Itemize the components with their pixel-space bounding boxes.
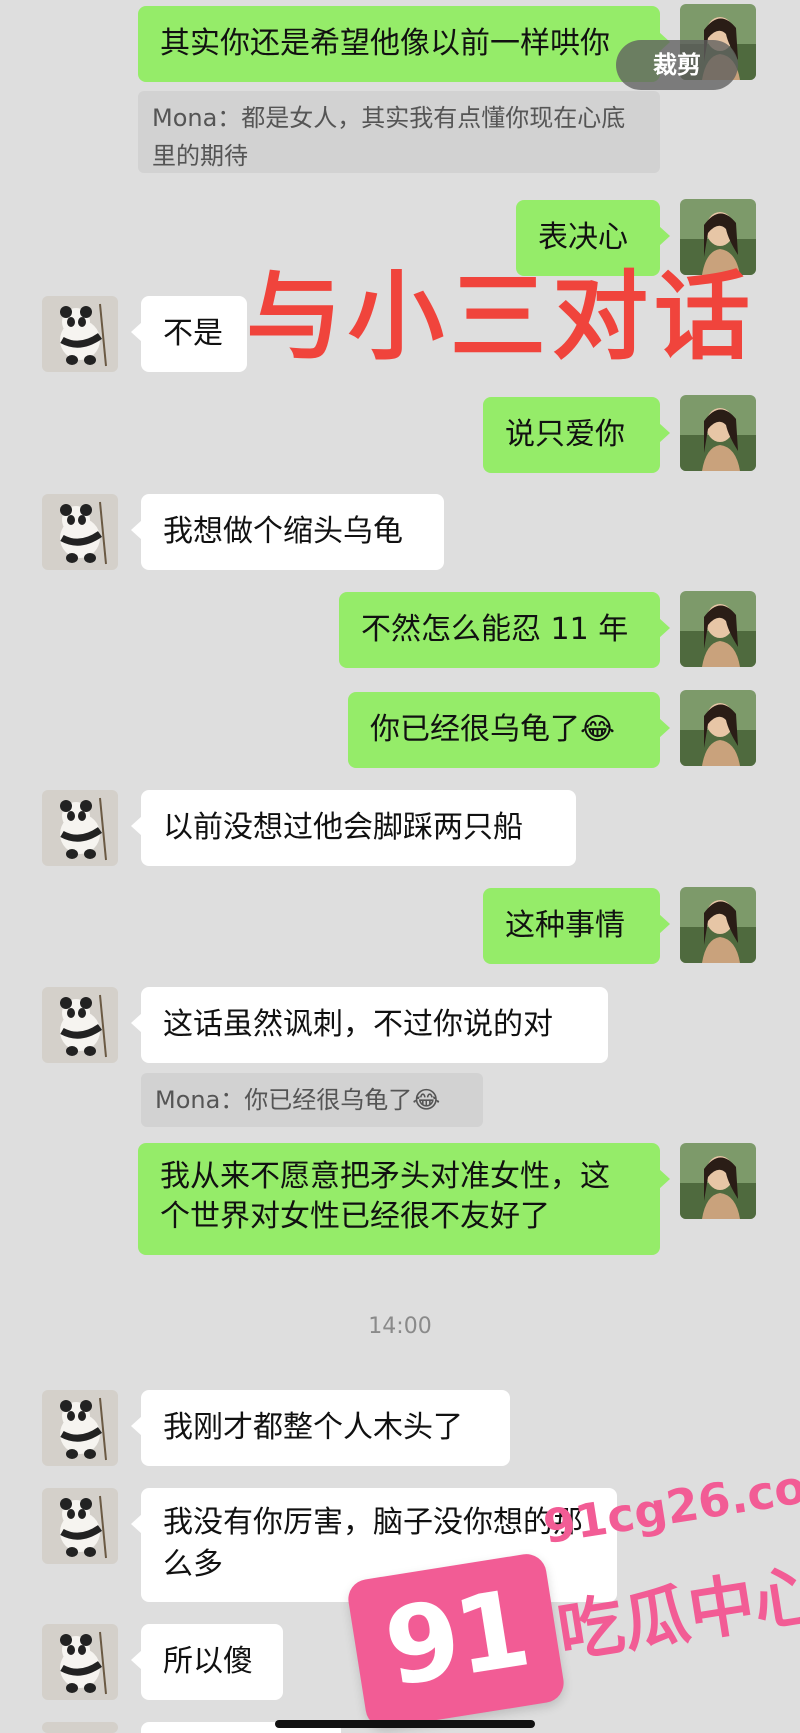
quoted-reply[interactable]: Mona：你已经很乌龟了😂 (141, 1073, 483, 1127)
woman-portrait-avatar-icon[interactable] (680, 887, 756, 963)
message-bubble-received[interactable]: 以前没想过他会脚踩两只船 (131, 790, 576, 866)
woman-portrait-avatar-icon[interactable] (680, 690, 756, 766)
panda-avatar-icon[interactable] (42, 1722, 118, 1733)
woman-portrait-avatar-icon[interactable] (680, 1143, 756, 1219)
quoted-reply[interactable]: Mona：都是女人，其实我有点懂你现在心底里的期待 (138, 91, 660, 173)
message-bubble-sent[interactable]: 不然怎么能忍 11 年 (339, 592, 670, 668)
watermark-badge-number: 91 (377, 1566, 535, 1711)
crop-button[interactable]: 裁剪 (616, 40, 738, 90)
chat-area: 其实你还是希望他像以前一样哄你 Mona：都是女人，其实我有点懂你现在心底里的期… (0, 0, 800, 1733)
message-bubble-sent[interactable]: 这种事情 (483, 888, 670, 964)
panda-avatar-icon[interactable] (42, 1624, 118, 1700)
message-bubble-received[interactable]: 我刚才都整个人木头了 (131, 1390, 510, 1466)
panda-avatar-icon[interactable] (42, 494, 118, 570)
message-bubble-sent[interactable]: 说只爱你 (483, 397, 670, 473)
message-bubble-received[interactable]: 不是 (131, 296, 247, 372)
panda-avatar-icon[interactable] (42, 1390, 118, 1466)
panda-avatar-icon[interactable] (42, 987, 118, 1063)
panda-avatar-icon[interactable] (42, 296, 118, 372)
message-bubble-received[interactable]: 这话虽然讽刺，不过你说的对 (131, 987, 608, 1063)
message-bubble-received[interactable]: 我想做个缩头乌龟 (131, 494, 444, 570)
panda-avatar-icon[interactable] (42, 790, 118, 866)
woman-portrait-avatar-icon[interactable] (680, 395, 756, 471)
message-bubble-received[interactable]: 所以傻 (131, 1624, 283, 1700)
message-bubble-sent[interactable]: 你已经很乌龟了😂 (348, 692, 670, 768)
home-indicator (275, 1720, 535, 1728)
watermark-logo-badge: 91 (345, 1551, 567, 1731)
timestamp: 14:00 (368, 1314, 432, 1339)
overlay-title: 与小三对话 (246, 261, 756, 373)
message-bubble-sent[interactable]: 其实你还是希望他像以前一样哄你 (138, 6, 670, 82)
woman-portrait-avatar-icon[interactable] (680, 591, 756, 667)
message-bubble-sent[interactable]: 我从来不愿意把矛头对准女性，这个世界对女性已经很不友好了 (138, 1143, 670, 1255)
panda-avatar-icon[interactable] (42, 1488, 118, 1564)
